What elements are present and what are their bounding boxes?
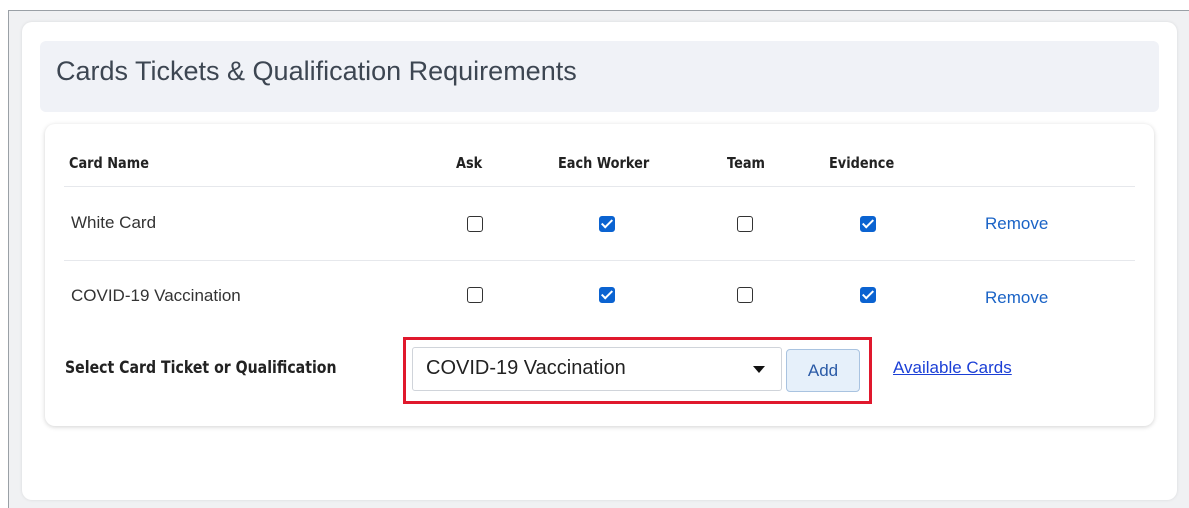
header-ask: Ask	[456, 154, 483, 172]
header-each-worker: Each Worker	[558, 154, 650, 172]
remove-link[interactable]: Remove	[985, 214, 1048, 234]
each-worker-checkbox[interactable]	[599, 287, 615, 303]
ask-checkbox[interactable]	[467, 216, 483, 232]
header-divider	[64, 186, 1135, 187]
caret-down-icon[interactable]	[753, 366, 765, 373]
remove-link[interactable]: Remove	[985, 288, 1048, 308]
each-worker-checkbox[interactable]	[599, 216, 615, 232]
card-select-value[interactable]: COVID-19 Vaccination	[426, 357, 626, 380]
row-divider	[64, 260, 1135, 261]
available-cards-link[interactable]: Available Cards	[893, 358, 1012, 378]
team-checkbox[interactable]	[737, 287, 753, 303]
card-name-cell: White Card	[71, 213, 157, 232]
header-evidence: Evidence	[829, 154, 895, 172]
card-name-cell: COVID-19 Vaccination	[71, 286, 241, 305]
team-checkbox[interactable]	[737, 216, 753, 232]
evidence-checkbox[interactable]	[860, 287, 876, 303]
header-card-name: Card Name	[69, 154, 149, 172]
evidence-checkbox[interactable]	[860, 216, 876, 232]
header-team: Team	[727, 154, 765, 172]
select-card-label: Select Card Ticket or Qualification	[65, 358, 337, 378]
section-title: Cards Tickets & Qualification Requiremen…	[56, 56, 577, 86]
ask-checkbox[interactable]	[467, 287, 483, 303]
add-button[interactable]: Add	[786, 349, 860, 392]
